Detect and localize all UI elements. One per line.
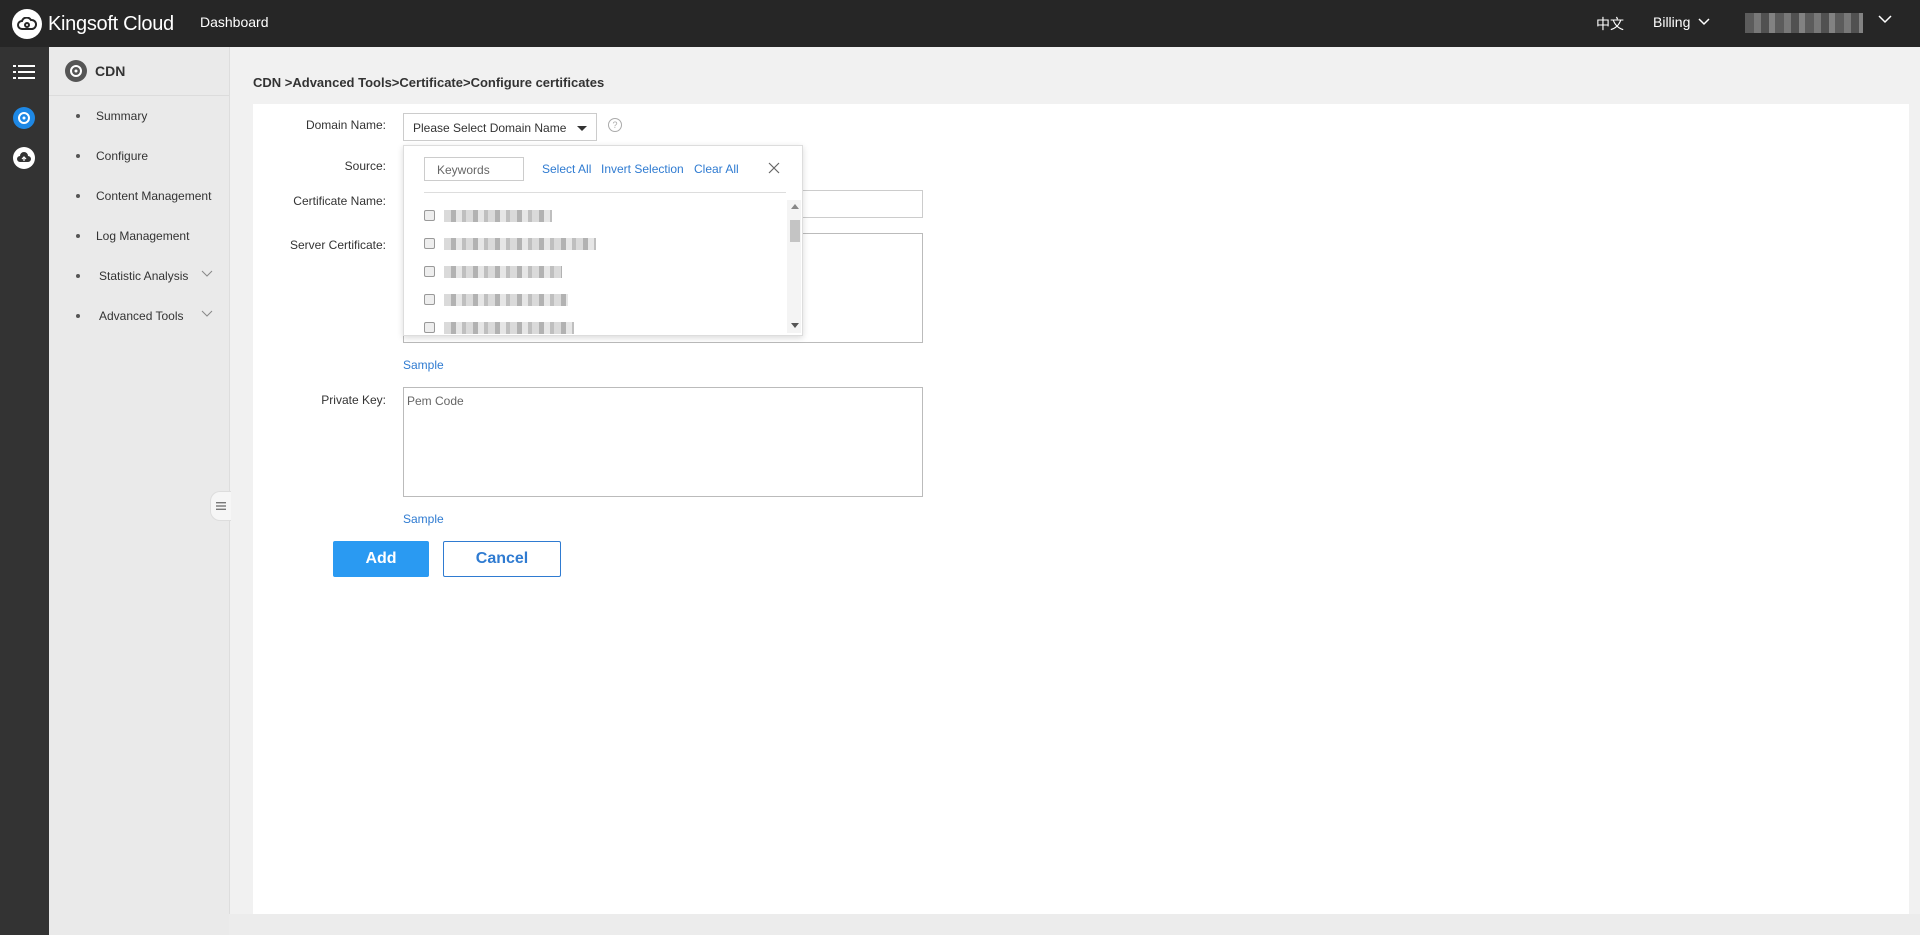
sidebar-header: CDN [49,47,229,96]
bullet [76,154,80,158]
sidebar-collapse-handle[interactable] [210,491,231,521]
redacted-domain [444,238,596,250]
sidebar-item-statistic-analysis[interactable]: Statistic Analysis [49,256,229,296]
brand-logo[interactable]: Kingsoft Cloud [12,9,174,39]
brand-name: Kingsoft Cloud [48,12,174,35]
private-key-label: Private Key: [321,393,386,407]
bullet [76,194,80,198]
help-icon[interactable]: ? [608,118,622,132]
option-checkbox[interactable] [424,266,435,277]
certificate-name-label: Certificate Name: [293,194,386,208]
sidebar-item-label: Summary [96,109,148,123]
domain-dropdown: Keywords Select All Invert Selection Cle… [403,145,803,336]
sidebar-title: CDN [95,63,126,79]
sidebar-item-label: Statistic Analysis [99,269,189,283]
domain-option[interactable] [424,291,724,309]
cancel-button[interactable]: Cancel [443,541,561,577]
server-certificate-label: Server Certificate: [289,238,386,252]
domain-option[interactable] [424,235,724,253]
select-all-link[interactable]: Select All [542,162,591,176]
cdn-icon [65,60,87,82]
domain-option[interactable] [424,207,724,225]
option-checkbox[interactable] [424,294,435,305]
footer-strip [229,914,1920,935]
bullet [76,234,80,238]
breadcrumb: CDN >Advanced Tools>Certificate>Configur… [253,75,605,90]
collapse-icon [216,502,226,510]
menu-icon[interactable] [13,64,35,80]
kingsoft-cloud-logo-icon [12,9,42,39]
billing-label: Billing [1653,14,1691,30]
scroll-up-arrow-icon[interactable] [791,204,799,209]
domain-name-select[interactable]: Please Select Domain Name [403,113,597,141]
bullet [76,314,80,318]
sidebar-item-label: Configure [96,149,149,163]
sidebar: CDN Summary Configure Content Management… [49,47,230,935]
chevron-down-icon[interactable] [1878,14,1892,24]
sidebar-item-configure[interactable]: Configure [49,136,229,176]
chevron-down-icon [1698,18,1710,26]
bullet [76,274,80,278]
private-key-textarea[interactable]: Pem Code [403,387,923,497]
caret-down-icon [577,126,587,131]
dashboard-link[interactable]: Dashboard [200,14,269,30]
cdn-icon[interactable] [13,107,35,129]
chevron-down-icon [201,310,213,317]
sidebar-item-advanced-tools[interactable]: Advanced Tools [49,296,229,336]
sidebar-item-label: Advanced Tools [99,309,184,323]
divider [424,192,786,193]
redacted-domain [444,266,562,278]
domain-option[interactable] [424,263,724,281]
top-navigation-bar: Kingsoft Cloud Dashboard 中文 Billing [0,0,1920,47]
bullet [76,114,80,118]
sidebar-item-log-management[interactable]: Log Management [49,216,229,256]
sidebar-item-label: Log Management [96,229,190,243]
option-checkbox[interactable] [424,238,435,249]
redacted-domain [444,210,552,222]
sidebar-item-label: Content Management [96,189,212,203]
invert-selection-link[interactable]: Invert Selection [601,162,684,176]
server-certificate-sample-link[interactable]: Sample [403,358,444,372]
domain-option[interactable] [424,319,724,337]
close-icon[interactable] [767,161,781,175]
sidebar-item-content-management[interactable]: Content Management [49,176,229,216]
redacted-domain [444,294,568,306]
chevron-down-icon [201,270,213,277]
cloud-upload-icon[interactable] [13,147,35,169]
add-button[interactable]: Add [333,541,429,577]
scrollbar-thumb[interactable] [790,220,800,242]
language-switch[interactable]: 中文 [1596,14,1624,34]
private-key-sample-link[interactable]: Sample [403,512,444,526]
domain-name-placeholder: Please Select Domain Name [413,121,567,135]
domain-name-label: Domain Name: [305,118,386,132]
billing-menu[interactable]: Billing [1653,14,1710,30]
scroll-down-arrow-icon[interactable] [791,323,799,328]
option-checkbox[interactable] [424,322,435,333]
redacted-domain [444,322,574,334]
sidebar-item-summary[interactable]: Summary [49,96,229,136]
keywords-search-input[interactable]: Keywords [424,157,524,181]
clear-all-link[interactable]: Clear All [694,162,739,176]
product-rail [0,47,49,935]
user-account-menu[interactable] [1745,13,1863,33]
option-checkbox[interactable] [424,210,435,221]
source-label: Source: [344,159,386,173]
